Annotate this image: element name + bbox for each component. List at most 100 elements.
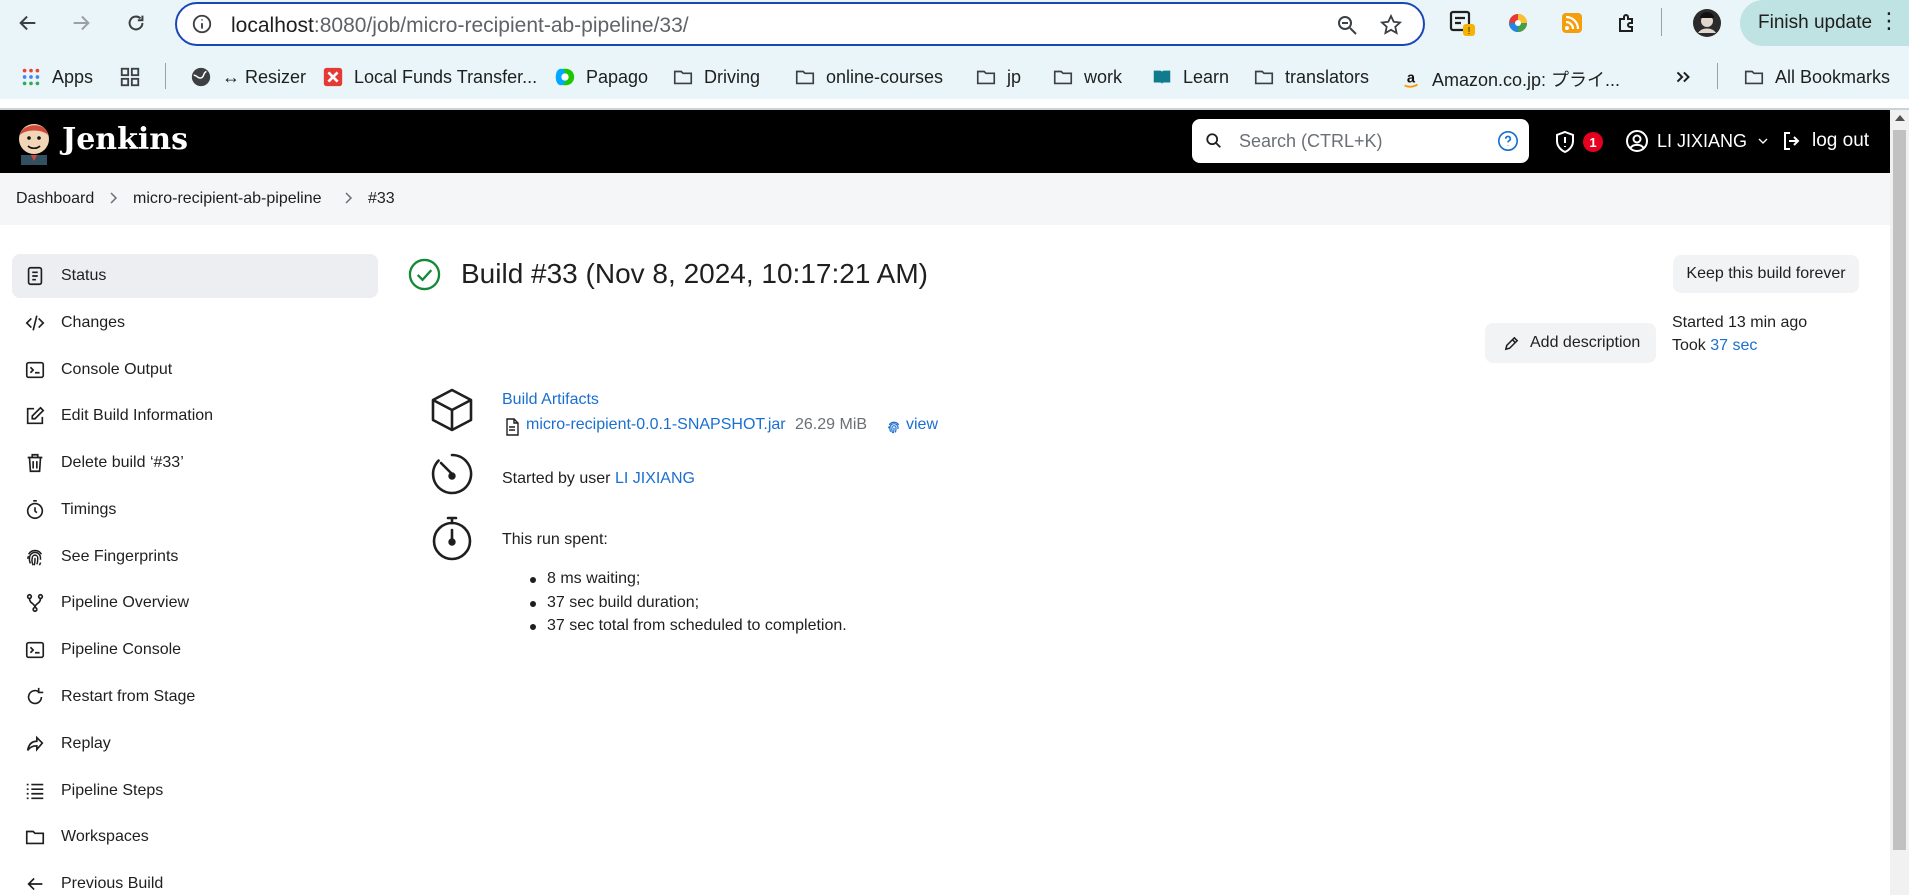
bookmark-learn[interactable]: Learn <box>1151 66 1229 88</box>
bookmark-local-funds[interactable]: Local Funds Transfer... <box>322 66 537 88</box>
bookmark-apps[interactable]: Apps <box>20 66 93 88</box>
finish-update-label: Finish update <box>1758 12 1873 33</box>
bookmark-driving[interactable]: Driving <box>672 66 760 88</box>
search-box[interactable]: Search (CTRL+K) <box>1192 119 1529 163</box>
site-info-icon[interactable] <box>191 13 213 35</box>
started-by-prefix: Started by user <box>502 470 615 487</box>
sidebar-item-previous-build[interactable]: Previous Build <box>12 862 378 895</box>
artifact-file-link[interactable]: micro-recipient-0.0.1-SNAPSHOT.jar <box>526 416 786 434</box>
sidebar-item-delete-build[interactable]: Delete build ‘#33’ <box>12 441 378 485</box>
bookmark-star-icon[interactable] <box>1379 13 1403 37</box>
bookmarks-overflow-icon[interactable] <box>1672 66 1694 88</box>
reload-icon[interactable] <box>121 8 151 38</box>
sidebar-item-console-output[interactable]: Console Output <box>12 348 378 392</box>
user-menu[interactable]: LI JIXIANG <box>1625 129 1771 153</box>
sidebar-item-changes[interactable]: Changes <box>12 301 378 345</box>
sidebar-item-restart-from-stage[interactable]: Restart from Stage <box>12 675 378 719</box>
more-menu-icon[interactable]: ⋮ <box>1878 10 1900 32</box>
all-bookmarks[interactable]: All Bookmarks <box>1743 66 1890 88</box>
color-wheel-extension-icon[interactable] <box>1503 8 1533 38</box>
security-badge[interactable]: 1 <box>1583 132 1603 152</box>
started-by-text: Started by user LI JIXIANG <box>502 470 695 488</box>
breadcrumb-job[interactable]: micro-recipient-ab-pipeline <box>133 190 322 208</box>
artifact-view-link[interactable]: view <box>906 416 938 434</box>
tab-groups-icon <box>120 67 140 87</box>
sidebar-item-pipeline-steps[interactable]: Pipeline Steps <box>12 769 378 813</box>
sidebar-item-see-fingerprints[interactable]: See Fingerprints <box>12 535 378 579</box>
stopwatch-icon <box>26 500 44 520</box>
started-by-user-link[interactable]: LI JIXIANG <box>615 470 695 487</box>
bookmark-amazon[interactable]: a Amazon.co.jp: プライ... <box>1400 66 1620 92</box>
took-prefix: Took <box>1672 337 1711 354</box>
run-spent-label: This run spent: <box>502 531 608 548</box>
breadcrumb-dashboard[interactable]: Dashboard <box>16 190 94 208</box>
jenkins-title[interactable]: Jenkins <box>62 122 188 157</box>
stopwatch-icon <box>432 516 472 561</box>
url-text[interactable]: localhost:8080/job/micro-recipient-ab-pi… <box>231 14 689 38</box>
bookmark-label: work <box>1084 66 1123 87</box>
sidebar-item-pipeline-console[interactable]: Pipeline Console <box>12 628 378 672</box>
bookmark-translators[interactable]: translators <box>1253 66 1369 88</box>
jenkins-header: Jenkins Search (CTRL+K) 1 LI JIXIANG log… <box>0 110 1890 173</box>
scrollbar-thumb[interactable] <box>1893 130 1906 850</box>
search-icon <box>1206 133 1221 148</box>
amazon-icon: a <box>1404 71 1418 88</box>
scroll-up-arrow-icon[interactable] <box>1895 115 1905 121</box>
chevron-right-icon <box>110 192 118 204</box>
sidebar-item-timings[interactable]: Timings <box>12 488 378 532</box>
bookmark-resizer[interactable]: ↔ Resizer <box>190 66 306 88</box>
replay-icon <box>26 735 44 752</box>
took-duration-link[interactable]: 37 sec <box>1710 337 1757 354</box>
rss-icon[interactable] <box>1557 8 1587 38</box>
arrow-left-icon <box>27 877 43 891</box>
terminal-icon <box>25 361 45 379</box>
sidebar-item-pipeline-overview[interactable]: Pipeline Overview <box>12 581 378 625</box>
bookmark-work[interactable]: work <box>1052 66 1122 88</box>
forward-arrow-icon[interactable] <box>66 8 96 38</box>
breadcrumb-build[interactable]: #33 <box>368 190 395 208</box>
address-bar[interactable]: localhost:8080/job/micro-recipient-ab-pi… <box>175 2 1425 46</box>
bookmarks-divider <box>165 63 166 89</box>
search-input[interactable]: Search (CTRL+K) <box>1239 131 1383 152</box>
bookmark-label: ↔ Resizer <box>222 66 307 87</box>
bookmark-jp[interactable]: jp <box>975 66 1021 88</box>
build-artifacts-link[interactable]: Build Artifacts <box>502 391 599 409</box>
security-shield-icon[interactable] <box>1553 130 1577 154</box>
bookmark-label: Local Funds Transfer... <box>354 66 538 87</box>
bookmark-online-courses[interactable]: online-courses <box>794 66 943 88</box>
logout-link[interactable]: log out <box>1780 129 1869 153</box>
bookmark-label: Amazon.co.jp: プライ... <box>1432 70 1621 90</box>
back-arrow-icon[interactable] <box>13 8 43 38</box>
help-icon[interactable] <box>1497 130 1519 152</box>
jenkins-logo-icon[interactable] <box>14 119 54 165</box>
list-item: 8 ms waiting; <box>530 570 847 594</box>
zoom-icon[interactable] <box>1335 13 1359 37</box>
add-description-button[interactable]: Add description <box>1485 323 1656 363</box>
bookmark-tab-groups[interactable] <box>119 66 141 88</box>
sidebar-item-label: Pipeline Steps <box>61 782 164 799</box>
folder-icon <box>1254 70 1274 85</box>
sidebar-item-label: Console Output <box>61 361 173 378</box>
bookmark-papago[interactable]: Papago <box>554 66 648 88</box>
sidebar-item-workspaces[interactable]: Workspaces <box>12 815 378 859</box>
papago-icon <box>555 68 575 86</box>
fingerprint-icon <box>26 549 43 566</box>
all-bookmarks-label: All Bookmarks <box>1775 66 1891 87</box>
bookmark-label: jp <box>1007 66 1022 87</box>
sidebar-item-label: Status <box>61 267 107 284</box>
extension-tasks-icon[interactable]: ! <box>1448 8 1478 38</box>
file-icon <box>506 418 519 436</box>
sidebar-item-edit-build-information[interactable]: Edit Build Information <box>12 394 378 438</box>
extensions-puzzle-icon[interactable] <box>1612 8 1642 38</box>
logout-label: log out <box>1812 130 1870 151</box>
sidebar-item-status[interactable]: Status <box>12 254 378 298</box>
toolbar-strip <box>0 46 1909 55</box>
code-icon <box>25 315 45 331</box>
bookmark-label: Papago <box>586 66 649 87</box>
keep-build-forever-button[interactable]: Keep this build forever <box>1673 255 1859 293</box>
page-scrollbar[interactable] <box>1890 110 1909 895</box>
started-time: Started 13 min ago <box>1672 314 1808 331</box>
finish-update-button[interactable]: Finish update ⋮ <box>1740 0 1909 46</box>
sidebar-item-replay[interactable]: Replay <box>12 722 378 766</box>
profile-avatar[interactable] <box>1692 8 1722 38</box>
